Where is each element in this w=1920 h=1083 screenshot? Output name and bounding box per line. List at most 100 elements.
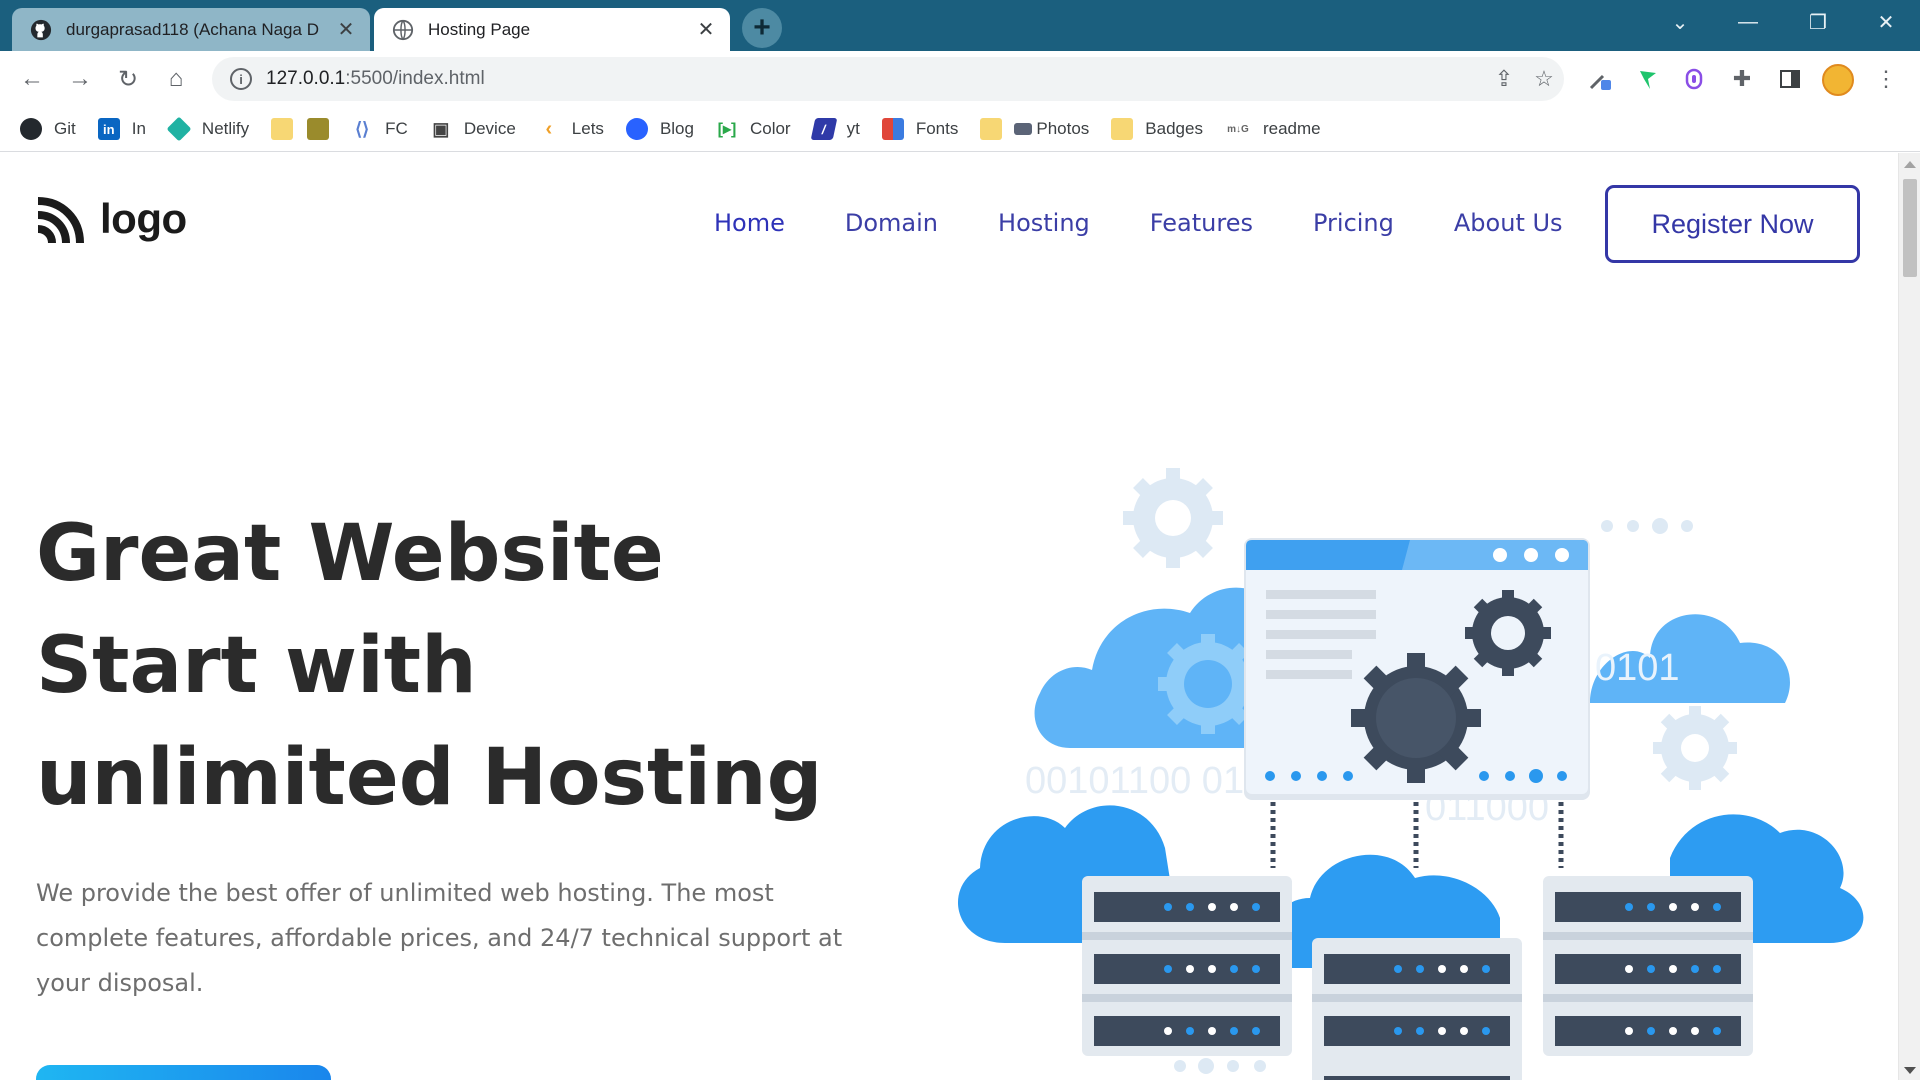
bookmark-label: Badges [1145,119,1203,138]
color-picker-extension-icon[interactable] [1582,61,1618,97]
extensions-puzzle-icon[interactable]: ✚ [1724,61,1760,97]
folder-icon [271,118,294,140]
nav-about-us[interactable]: About Us [1454,209,1563,237]
bookmark-label: Blog [659,119,694,138]
address-bar[interactable]: i 127.0.0.1:5500/index.html ⇪ ☆ [212,57,1564,101]
close-tab-icon[interactable]: ✕ [332,16,360,44]
bookmark-git[interactable]: Git [20,118,76,140]
restore-icon[interactable]: ❐ [1790,0,1846,44]
bookmark-device[interactable]: ▣ Device [430,118,516,140]
server-rack-left [1082,876,1292,1056]
scrollbar-thumb[interactable] [1903,179,1917,277]
bookmark-label: Fonts [915,119,959,138]
code-icon: ⟨⟩ [355,118,370,139]
nav-hosting[interactable]: Hosting [998,209,1090,237]
bookmark-lets[interactable]: ‹ Lets [538,117,603,140]
new-tab-icon[interactable]: + [742,8,782,48]
bookmark-label: yt [846,119,860,138]
home-icon[interactable]: ⌂ [158,61,194,97]
back-icon[interactable]: ← [14,61,50,97]
github-icon [30,19,52,41]
youtube-icon: / [810,118,837,140]
hosting-illustration: 0101 00101100 0101 011000 [957,468,1864,1080]
folder-icon [1111,118,1134,140]
logo-mark-icon [37,197,84,244]
menu-kebab-icon[interactable]: ⋮ [1868,61,1904,97]
devices-icon: ▣ [432,118,450,139]
photos-icon [1014,123,1033,135]
extension-clip-icon[interactable] [1676,61,1712,97]
bookmark-badges[interactable]: Badges [1111,118,1203,140]
bookmark-folder[interactable] [271,118,294,140]
leetcode-icon: ‹ [545,117,553,140]
github-icon [20,118,42,140]
bookmark-label: Git [54,119,76,138]
binary-text: 0101 [1595,647,1680,689]
nav-home[interactable]: Home [714,209,785,237]
bookmark-photos[interactable]: Photos [980,118,1089,140]
dark-gear-large-icon [1351,653,1481,783]
bookmark-label: Device [463,119,516,138]
bookmark-yt[interactable]: / yt [810,118,860,140]
light-gear-icon [1123,468,1223,568]
share-icon[interactable]: ⇪ [1484,59,1524,99]
profile-avatar[interactable] [1822,64,1854,96]
tab-search-icon[interactable]: ⌄ [1652,0,1708,44]
server-rack-right [1543,876,1753,1056]
side-panel-icon[interactable] [1772,61,1808,97]
page-viewport: logo Home Domain Hosting Features Pricin… [0,153,1920,1080]
tab-hosting-page[interactable]: Hosting Page ✕ [374,8,730,51]
minimize-icon[interactable]: — [1720,0,1776,44]
cloud-gear-icon [1158,634,1258,734]
tab-github[interactable]: durgaprasad118 (Achana Naga D ✕ [12,8,370,51]
hero-title: Great Website Start with unlimited Hosti… [36,509,823,823]
globe-icon [392,19,414,41]
logo-text: logo [100,195,187,242]
hero-cta-button[interactable] [36,1065,331,1080]
server-rack-center [1312,938,1522,1080]
browser-tab-bar: durgaprasad118 (Achana Naga D ✕ Hosting … [0,0,1920,51]
close-window-icon[interactable]: ✕ [1858,0,1914,44]
folder-icon [980,118,1003,140]
bookmark-label: Color [749,119,791,138]
browser-toolbar: ← → ↻ ⌂ i 127.0.0.1:5500/index.html ⇪ ☆ … [0,51,1920,107]
url-host: 127.0.0.1 [266,68,346,89]
close-tab-icon[interactable]: ✕ [692,16,720,44]
url-text: 127.0.0.1:5500/index.html [266,68,1484,90]
bookmark-blog[interactable]: Blog [625,118,694,140]
bookmark-fonts[interactable]: Fonts [881,118,959,140]
readme-icon: m↓G [1227,123,1249,135]
bookmark-readme[interactable]: m↓G readme [1225,118,1321,140]
bookmark-label: readme [1262,119,1321,138]
scroll-up-icon[interactable] [1904,161,1916,168]
bookmark-label: Netlify [201,119,250,138]
nav-pricing[interactable]: Pricing [1313,209,1394,237]
bookmark-trophy[interactable] [307,118,330,140]
light-gear-small-icon [1653,706,1737,790]
tab-title: Hosting Page [428,19,531,39]
site-logo[interactable]: logo [36,193,187,245]
scroll-down-icon[interactable] [1904,1067,1916,1074]
bookmark-netlify[interactable]: Netlify [166,116,250,142]
bookmark-in[interactable]: in In [97,118,146,140]
reload-icon[interactable]: ↻ [110,61,146,97]
site-info-icon[interactable]: i [230,68,252,90]
browser-window-graphic [1244,538,1590,800]
fonts-icon [881,118,904,140]
register-now-button[interactable]: Register Now [1605,185,1860,263]
bookmarks-bar: Git in In Netlify ⟨⟩ FC ▣ Device ‹ Lets Blog… [0,107,1920,152]
page-scrollbar[interactable] [1898,153,1920,1080]
nav-features[interactable]: Features [1150,209,1253,237]
bookmark-label: FC [385,119,408,138]
linkedin-icon: in [97,118,120,140]
hero-description: We provide the best offer of unlimited w… [36,879,843,997]
bookmark-color[interactable]: [▸] Color [716,118,791,140]
bookmark-label: Photos [1036,119,1090,138]
extension-bird-icon[interactable] [1630,61,1666,97]
trophy-icon [307,118,330,140]
bookmark-star-icon[interactable]: ☆ [1524,59,1564,99]
forward-icon[interactable]: → [62,61,98,97]
tab-title: durgaprasad118 (Achana Naga D [66,19,319,39]
bookmark-fc[interactable]: ⟨⟩ FC [351,118,408,140]
nav-domain[interactable]: Domain [845,209,938,237]
